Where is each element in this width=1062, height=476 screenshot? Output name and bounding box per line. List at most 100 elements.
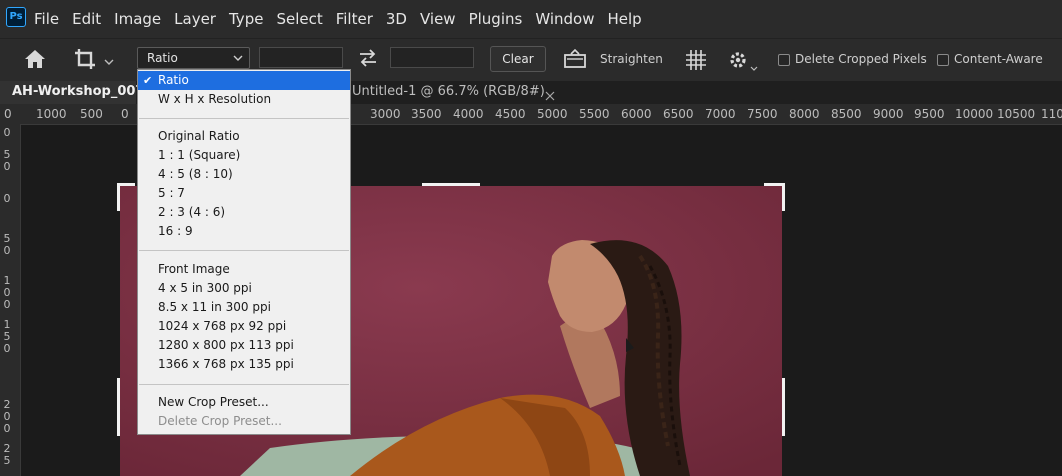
- ruler-vertical: 0 5 0 0 5 0 1 0 0 1 5 0 2 0 0 2 5: [0, 124, 21, 476]
- crop-handle-right-middle[interactable]: [782, 378, 785, 436]
- gear-icon[interactable]: [727, 49, 749, 71]
- ruler-label: 9500: [914, 107, 945, 121]
- photoshop-logo[interactable]: Ps: [6, 7, 26, 27]
- ruler-label: 0: [3, 298, 11, 311]
- dropdown-item-label: 4 x 5 in 300 ppi: [158, 281, 252, 295]
- straighten-label[interactable]: Straighten: [600, 52, 663, 66]
- crop-handle-top-left[interactable]: [117, 183, 120, 211]
- ruler-label: 0: [3, 160, 11, 173]
- dropdown-item-delete-preset: Delete Crop Preset...: [138, 412, 350, 431]
- ruler-label: 0: [3, 422, 11, 435]
- chevron-down-icon[interactable]: [104, 52, 114, 65]
- tab-untitled[interactable]: Untitled-1 @ 66.7% (RGB/8#): [352, 84, 545, 99]
- crop-handle-left-middle[interactable]: [117, 378, 120, 436]
- ruler-label: 1: [3, 274, 11, 287]
- menu-file[interactable]: File: [34, 0, 59, 38]
- menu-edit[interactable]: Edit: [72, 0, 101, 38]
- ruler-label: 1000: [36, 107, 67, 121]
- ruler-label: 0: [3, 342, 11, 355]
- grid-overlay-icon[interactable]: [684, 48, 708, 72]
- height-input[interactable]: [390, 47, 474, 68]
- dropdown-item-ratio[interactable]: ✔ Ratio: [138, 71, 350, 90]
- dropdown-item-original-ratio[interactable]: Original Ratio: [138, 127, 350, 146]
- dropdown-item-1366x768[interactable]: 1366 x 768 px 135 ppi: [138, 355, 350, 374]
- tab-active-document[interactable]: AH-Workshop_0072: [0, 81, 154, 104]
- ruler-label: 2: [3, 442, 11, 455]
- content-aware-checkbox[interactable]: [937, 54, 949, 66]
- ruler-label: 0: [121, 107, 129, 121]
- delete-cropped-label[interactable]: Delete Cropped Pixels: [795, 52, 927, 66]
- menu-plugins[interactable]: Plugins: [469, 0, 523, 38]
- ruler-label: 9000: [873, 107, 904, 121]
- ruler-label: 8500: [831, 107, 862, 121]
- ratio-select-value: Ratio: [147, 51, 178, 65]
- dropdown-item-85x11-300[interactable]: 8.5 x 11 in 300 ppi: [138, 298, 350, 317]
- ratio-select[interactable]: Ratio: [137, 47, 250, 69]
- dropdown-item-front-image[interactable]: Front Image: [138, 260, 350, 279]
- width-input[interactable]: [259, 47, 343, 68]
- ruler-label: 5: [3, 454, 11, 467]
- dropdown-item-5-7[interactable]: 5 : 7: [138, 184, 350, 203]
- menu-layer[interactable]: Layer: [174, 0, 216, 38]
- dropdown-item-new-preset[interactable]: New Crop Preset...: [138, 393, 350, 412]
- menu-view[interactable]: View: [420, 0, 456, 38]
- menu-help[interactable]: Help: [607, 0, 641, 38]
- ruler-label: 4000: [453, 107, 484, 121]
- dropdown-separator: [139, 118, 349, 119]
- menu-filter[interactable]: Filter: [336, 0, 373, 38]
- dropdown-item-16-9[interactable]: 16 : 9: [138, 222, 350, 241]
- crop-handle-top-right[interactable]: [782, 183, 785, 211]
- dropdown-item-label: 2 : 3 (4 : 6): [158, 205, 226, 219]
- dropdown-separator: [139, 250, 349, 251]
- delete-cropped-checkbox[interactable]: [778, 54, 790, 66]
- crop-handle-top-middle[interactable]: [422, 183, 480, 186]
- menu-type[interactable]: Type: [229, 0, 263, 38]
- dropdown-item-label: 1280 x 800 px 113 ppi: [158, 338, 294, 352]
- ruler-label: 6500: [663, 107, 694, 121]
- menu-3d[interactable]: 3D: [386, 0, 407, 38]
- dropdown-separator: [139, 384, 349, 385]
- dropdown-item-label: 1024 x 768 px 92 ppi: [158, 319, 287, 333]
- dropdown-item-1024x768[interactable]: 1024 x 768 px 92 ppi: [138, 317, 350, 336]
- tab-label: AH-Workshop_0072: [12, 84, 154, 99]
- menu-bar: Ps File Edit Image Layer Type Select Fil…: [0, 0, 1062, 38]
- dropdown-item-label: Delete Crop Preset...: [158, 414, 282, 428]
- ruler-label: 10000: [955, 107, 994, 121]
- ruler-label: 3500: [411, 107, 442, 121]
- menu-image[interactable]: Image: [114, 0, 161, 38]
- crop-tool-icon[interactable]: [72, 46, 100, 72]
- dropdown-item-2-3[interactable]: 2 : 3 (4 : 6): [138, 203, 350, 222]
- ruler-label: 6000: [621, 107, 652, 121]
- chevron-down-icon[interactable]: [750, 57, 758, 76]
- ruler-label: 500: [80, 107, 103, 121]
- ruler-label: 110: [1041, 107, 1062, 121]
- ruler-label: 0: [3, 192, 11, 205]
- ruler-label: 7000: [705, 107, 736, 121]
- ruler-label: 5: [3, 330, 11, 343]
- check-icon: ✔: [143, 74, 153, 87]
- dropdown-item-label: New Crop Preset...: [158, 395, 269, 409]
- ruler-label: 5: [3, 232, 11, 245]
- dropdown-item-1280x800[interactable]: 1280 x 800 px 113 ppi: [138, 336, 350, 355]
- home-icon[interactable]: [22, 47, 48, 71]
- dropdown-item-label: Front Image: [158, 262, 230, 276]
- ruler-label: 1: [3, 318, 11, 331]
- dropdown-item-label: Original Ratio: [158, 129, 240, 143]
- ruler-label: 5500: [579, 107, 610, 121]
- dropdown-item-4-5[interactable]: 4 : 5 (8 : 10): [138, 165, 350, 184]
- dropdown-item-label: Ratio: [158, 73, 189, 87]
- dropdown-item-wxhxres[interactable]: W x H x Resolution: [138, 90, 350, 109]
- swap-icon[interactable]: [357, 48, 379, 68]
- dropdown-item-label: 8.5 x 11 in 300 ppi: [158, 300, 271, 314]
- dropdown-item-4x5-300[interactable]: 4 x 5 in 300 ppi: [138, 279, 350, 298]
- clear-button[interactable]: Clear: [490, 46, 546, 72]
- dropdown-item-1-1[interactable]: 1 : 1 (Square): [138, 146, 350, 165]
- menu-select[interactable]: Select: [276, 0, 322, 38]
- content-aware-label[interactable]: Content-Aware: [954, 52, 1043, 66]
- menu-window[interactable]: Window: [535, 0, 594, 38]
- ruler-label: 8000: [789, 107, 820, 121]
- straighten-icon[interactable]: [562, 48, 588, 70]
- ruler-label: 0: [3, 244, 11, 257]
- dropdown-item-label: 1 : 1 (Square): [158, 148, 241, 162]
- close-icon[interactable]: [545, 86, 555, 101]
